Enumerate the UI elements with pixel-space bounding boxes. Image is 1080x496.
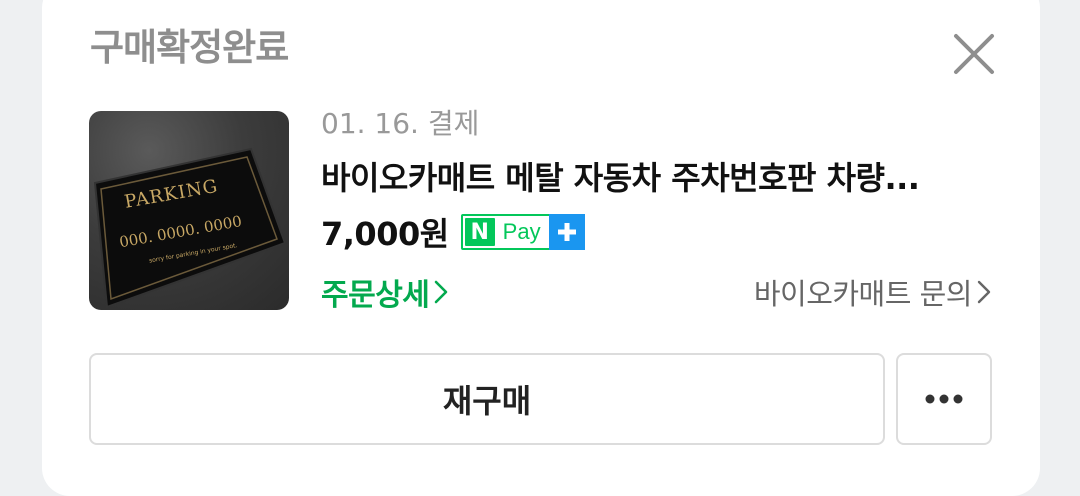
npay-plus-badge: N Pay [460,214,585,250]
order-detail-label: 주문상세 [321,278,430,313]
product-thumbnail[interactable]: PARKING 000. 0000. 0000 sorry for parkin… [89,111,289,310]
order-detail-link[interactable]: 주문상세 [321,272,449,313]
seller-inquiry-label: 바이오카매트 문의 [753,277,973,311]
rebuy-button[interactable]: 재구매 [89,353,885,445]
chevron-right-icon [435,280,448,304]
more-options-button[interactable] [896,353,992,445]
order-date: 01. 16. 결제 [321,107,480,140]
order-status-title: 구매확정완료 [90,26,289,69]
seller-inquiry-link[interactable]: 바이오카매트 문의 [754,272,992,312]
plus-icon [548,214,585,250]
close-button[interactable] [952,32,996,76]
close-icon [954,34,994,74]
chevron-right-icon [977,280,991,304]
price-row: 7,000원 N Pay [321,212,585,253]
product-price: 7,000원 [321,215,449,253]
npay-n-logo: N [464,218,495,246]
product-name[interactable]: 바이오카매트 메탈 자동차 주차번호판 차량... [321,158,996,198]
more-horizontal-icon [925,394,963,404]
npay-text: Pay [502,219,541,244]
parking-plate-image: PARKING 000. 0000. 0000 sorry for parkin… [93,147,287,309]
